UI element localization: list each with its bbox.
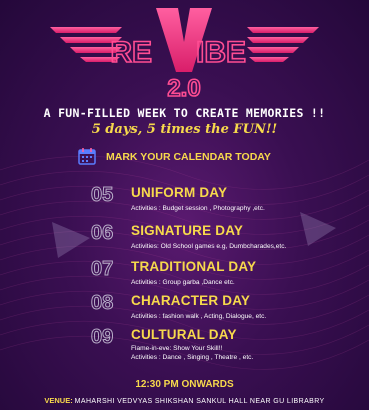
event-poster: RE IBE 2.0 A FUN-FILLED WEEK TO CREATE M… xyxy=(0,0,369,410)
event-title: TRADITIONAL DAY xyxy=(131,259,257,274)
event-date: 06 xyxy=(91,222,114,245)
venue-line: VENUE: MAHARSHI VEDVYAS SHIKSHAN SANKUL … xyxy=(0,396,369,405)
event-date: 07 xyxy=(91,258,114,281)
event-title: CHARACTER DAY xyxy=(131,293,251,308)
event-date: 05 xyxy=(91,184,114,207)
event-activities: Activities: Old School games e.g, Dumbch… xyxy=(131,243,287,250)
event-title: SIGNATURE DAY xyxy=(131,223,244,238)
event-title: CULTURAL DAY xyxy=(131,327,237,342)
logo-text-right: IBE xyxy=(196,36,246,69)
event-date: 08 xyxy=(91,292,114,315)
calendar-icon xyxy=(78,148,96,165)
logo-text-left: RE xyxy=(110,36,152,69)
event-date: 09 xyxy=(91,326,114,349)
event-activities: Activities : Dance , Singing , Theatre ,… xyxy=(131,354,254,361)
event-activities: Activities : fashion walk , Acting, Dial… xyxy=(131,313,267,320)
venue-text: MAHARSHI VEDVYAS SHIKSHAN SANKUL HALL NE… xyxy=(74,398,325,405)
calendar-reminder-text: MARK YOUR CALENDAR TODAY xyxy=(106,151,271,163)
right-wing-icon xyxy=(247,27,319,62)
event-time: 12:30 PM ONWARDS xyxy=(135,379,234,390)
event-highlight: Flame-in-eve: Show Your Skill!! xyxy=(131,345,223,352)
venue-label: VENUE: xyxy=(44,396,73,405)
event-title: UNIFORM DAY xyxy=(131,185,228,200)
subline: 5 days, 5 times the FUN!! xyxy=(91,122,278,137)
tagline: A FUN-FILLED WEEK TO CREATE MEMORIES !! xyxy=(43,106,326,120)
revibe-logo: RE IBE 2.0 xyxy=(50,8,319,100)
logo-version: 2.0 xyxy=(167,75,200,100)
event-activities: Activities : Budget session , Photograph… xyxy=(131,205,265,212)
event-activities: Activities : Group garba ,Dance etc. xyxy=(131,279,235,286)
